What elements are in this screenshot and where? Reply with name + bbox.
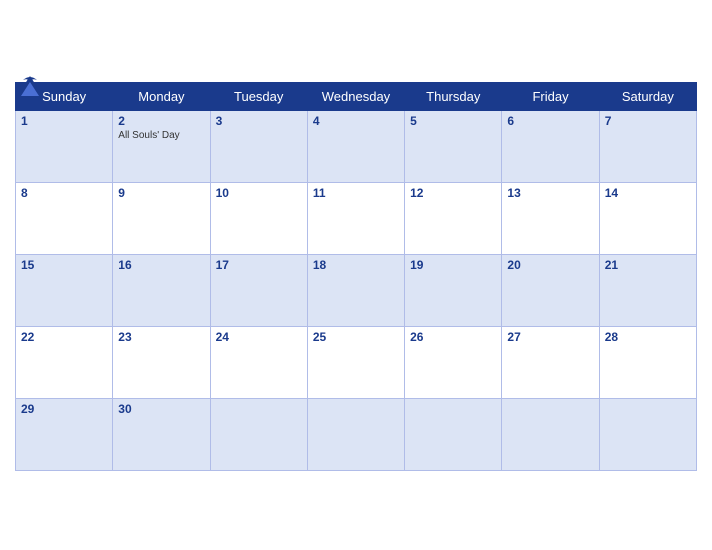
day-number: 18: [313, 258, 399, 272]
day-number: 8: [21, 186, 107, 200]
day-cell: 13: [502, 183, 599, 255]
day-number: 21: [605, 258, 691, 272]
day-cell: 29: [16, 399, 113, 471]
day-cell: 12: [405, 183, 502, 255]
day-number: 15: [21, 258, 107, 272]
calendar-thead: SundayMondayTuesdayWednesdayThursdayFrid…: [16, 83, 697, 111]
day-cell: 11: [307, 183, 404, 255]
weekday-header-row: SundayMondayTuesdayWednesdayThursdayFrid…: [16, 83, 697, 111]
day-cell: 21: [599, 255, 696, 327]
weekday-header-monday: Monday: [113, 83, 210, 111]
day-number: 14: [605, 186, 691, 200]
logo-icon: [15, 74, 45, 107]
day-cell: 14: [599, 183, 696, 255]
day-number: 3: [216, 114, 302, 128]
weekday-header-wednesday: Wednesday: [307, 83, 404, 111]
day-cell: 17: [210, 255, 307, 327]
day-number: 24: [216, 330, 302, 344]
day-cell: 8: [16, 183, 113, 255]
day-cell: 18: [307, 255, 404, 327]
calendar-wrapper: SundayMondayTuesdayWednesdayThursdayFrid…: [0, 64, 712, 486]
day-number: 29: [21, 402, 107, 416]
weekday-header-friday: Friday: [502, 83, 599, 111]
calendar-tbody: 12All Souls' Day345678910111213141516171…: [16, 111, 697, 471]
day-cell: 10: [210, 183, 307, 255]
day-number: 16: [118, 258, 204, 272]
day-number: 30: [118, 402, 204, 416]
calendar-table: SundayMondayTuesdayWednesdayThursdayFrid…: [15, 82, 697, 471]
day-cell: 25: [307, 327, 404, 399]
day-cell: 23: [113, 327, 210, 399]
day-number: 6: [507, 114, 593, 128]
day-number: 13: [507, 186, 593, 200]
day-cell: 7: [599, 111, 696, 183]
day-number: 5: [410, 114, 496, 128]
day-cell: 3: [210, 111, 307, 183]
day-number: 19: [410, 258, 496, 272]
day-cell: [307, 399, 404, 471]
day-cell: 30: [113, 399, 210, 471]
day-cell: 4: [307, 111, 404, 183]
day-cell: 19: [405, 255, 502, 327]
day-number: 7: [605, 114, 691, 128]
day-cell: 1: [16, 111, 113, 183]
day-cell: 28: [599, 327, 696, 399]
day-cell: [599, 399, 696, 471]
logo-area: [15, 74, 48, 107]
day-cell: 22: [16, 327, 113, 399]
day-number: 26: [410, 330, 496, 344]
day-cell: [405, 399, 502, 471]
day-number: 22: [21, 330, 107, 344]
day-number: 25: [313, 330, 399, 344]
week-row-2: 89 10 11 12 13 14: [16, 183, 697, 255]
day-cell: 6: [502, 111, 599, 183]
day-number: 2: [118, 114, 204, 128]
day-number: 10: [216, 186, 302, 200]
day-cell: 24: [210, 327, 307, 399]
day-cell: 5: [405, 111, 502, 183]
day-cell: [210, 399, 307, 471]
day-cell: 27: [502, 327, 599, 399]
day-cell: 9: [113, 183, 210, 255]
day-number: 4: [313, 114, 399, 128]
day-number: 20: [507, 258, 593, 272]
day-number: 12: [410, 186, 496, 200]
day-cell: 16: [113, 255, 210, 327]
day-number: 17: [216, 258, 302, 272]
weekday-header-saturday: Saturday: [599, 83, 696, 111]
day-number: 9: [118, 186, 204, 200]
day-cell: 2 All Souls' Day: [113, 111, 210, 183]
weekday-header-thursday: Thursday: [405, 83, 502, 111]
day-cell: 20: [502, 255, 599, 327]
day-number: 27: [507, 330, 593, 344]
week-row-4: 22 23 24 25 26 27 28: [16, 327, 697, 399]
day-cell: [502, 399, 599, 471]
day-number: 28: [605, 330, 691, 344]
logo-inner: [15, 74, 48, 107]
day-number: 1: [21, 114, 107, 128]
week-row-5: 29 30: [16, 399, 697, 471]
holiday-name: All Souls' Day: [118, 130, 204, 141]
day-number: 23: [118, 330, 204, 344]
day-number: 11: [313, 186, 399, 200]
weekday-header-tuesday: Tuesday: [210, 83, 307, 111]
week-row-1: 12 All Souls' Day 34567: [16, 111, 697, 183]
day-cell: 26: [405, 327, 502, 399]
day-cell: 15: [16, 255, 113, 327]
week-row-3: 15 16 17 18 19 20 21: [16, 255, 697, 327]
